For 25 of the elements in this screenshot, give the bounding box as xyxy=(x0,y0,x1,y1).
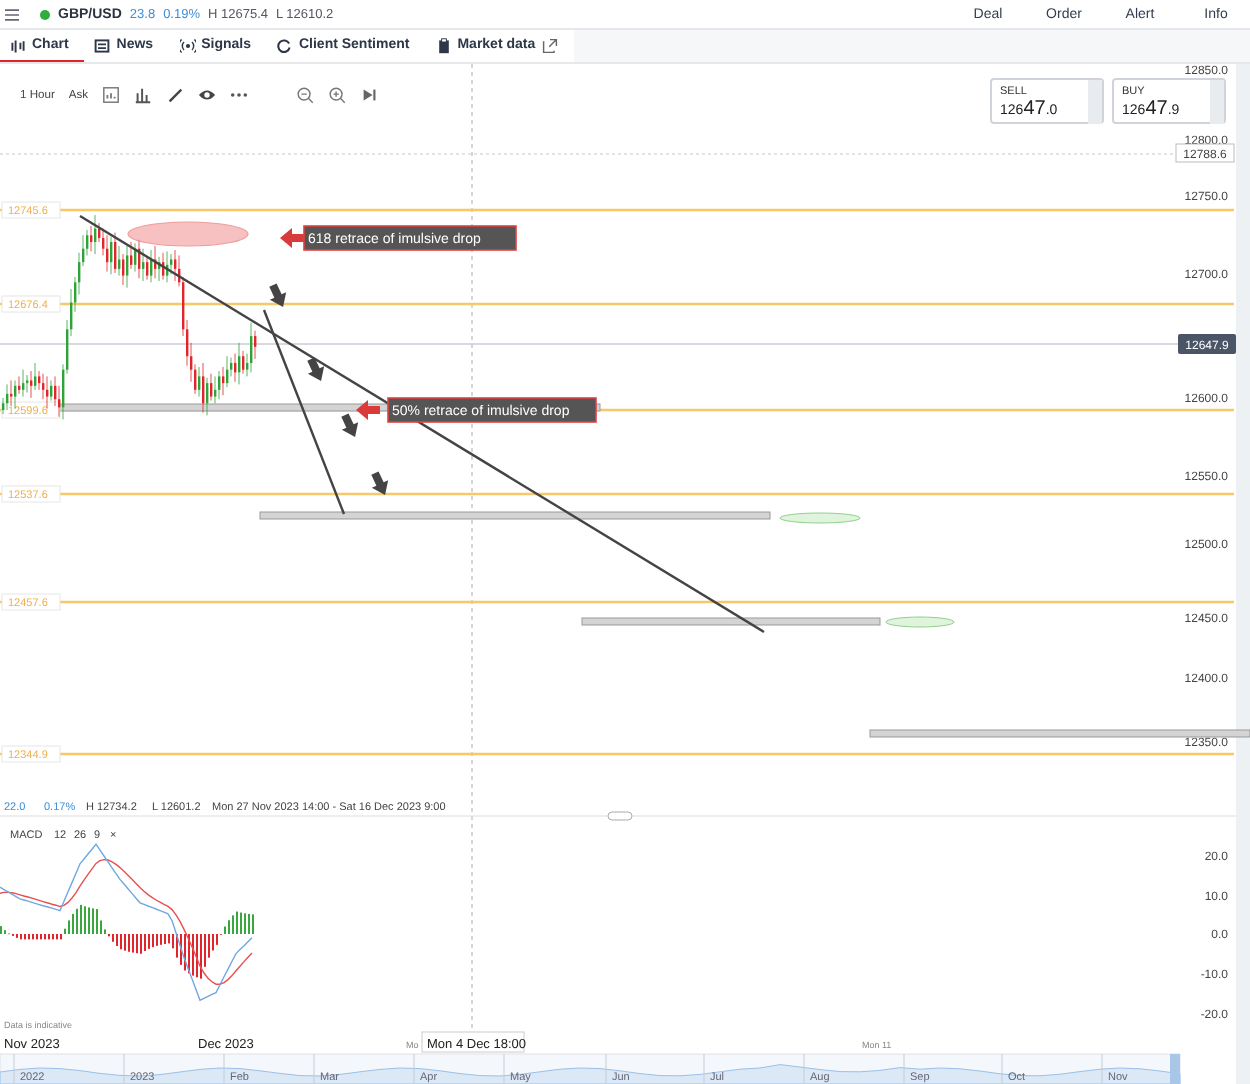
bar-chart-icon[interactable] xyxy=(134,86,153,104)
indicator-icon[interactable] xyxy=(102,86,121,104)
arrow-icon xyxy=(371,471,389,495)
menu-icon[interactable] xyxy=(4,7,20,21)
clipboard-icon xyxy=(435,37,452,53)
arrow-icon xyxy=(280,228,304,248)
target-ellipse xyxy=(885,616,955,628)
arrow-icon xyxy=(307,357,325,381)
zoom-out-icon[interactable] xyxy=(296,86,315,104)
arrow-icon xyxy=(341,413,359,437)
arrow-icon xyxy=(269,283,287,307)
arrow-icon xyxy=(356,400,380,420)
signal-icon xyxy=(179,37,196,53)
highlight-ellipse xyxy=(127,221,249,247)
target-ellipse xyxy=(779,512,861,524)
zoom-in-icon[interactable] xyxy=(328,86,347,104)
external-link-icon xyxy=(541,37,558,53)
pen-icon[interactable] xyxy=(166,86,185,104)
bars-icon xyxy=(10,37,26,53)
scrollbar-track[interactable] xyxy=(1236,64,1250,1084)
refresh-icon xyxy=(276,37,293,53)
newspaper-icon xyxy=(94,37,111,53)
resize-handle[interactable] xyxy=(607,811,633,821)
eye-icon[interactable] xyxy=(198,86,217,104)
skip-end-icon[interactable] xyxy=(360,86,379,104)
